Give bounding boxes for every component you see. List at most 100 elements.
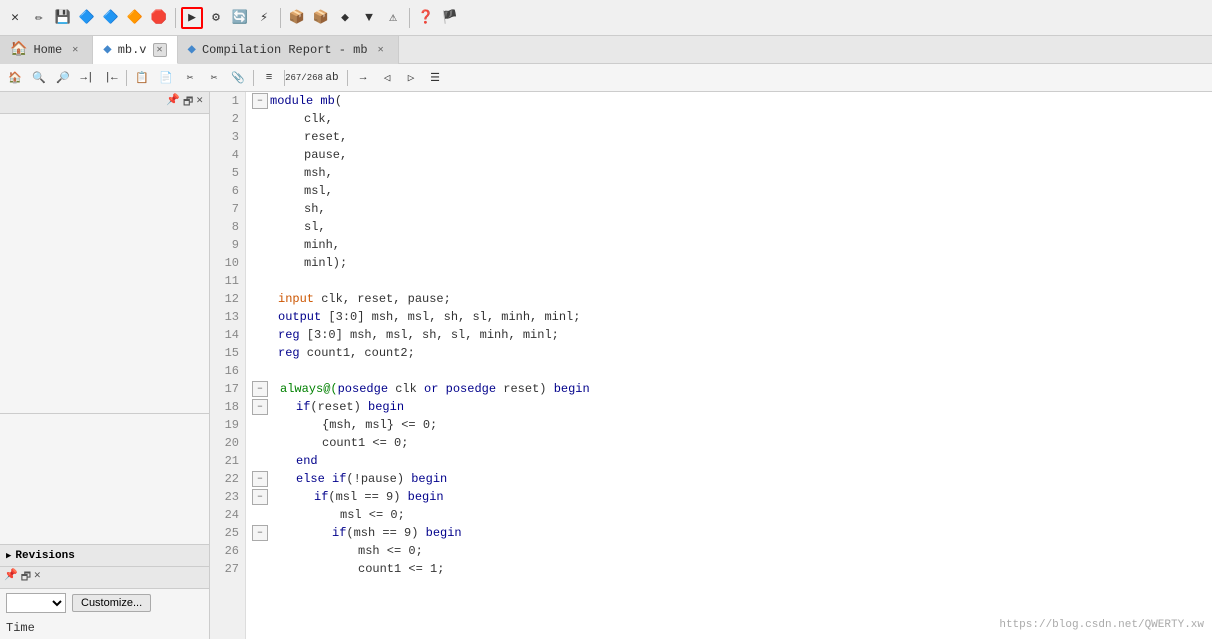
token-23-3: begin (408, 488, 444, 506)
fold-1[interactable]: − (252, 93, 268, 109)
sec-left-btn[interactable]: ◁ (376, 68, 398, 88)
tab-mbv[interactable]: ◆ mb.v ✕ (93, 36, 177, 64)
sec-paste-btn[interactable]: 📄 (155, 68, 177, 88)
warning-button[interactable]: ⚠ (382, 7, 404, 29)
bookmark3-button[interactable]: 🔶 (124, 7, 146, 29)
sec-home-btn[interactable]: 🏠 (4, 68, 26, 88)
token-1-2: ( (335, 92, 342, 110)
sec-lines-btn[interactable]: ☰ (424, 68, 446, 88)
refresh-button[interactable]: 🔄 (229, 7, 251, 29)
token-22-5: begin (411, 470, 447, 488)
sec-indent-btn[interactable]: →| (76, 68, 98, 88)
left-panel-content (0, 114, 209, 544)
revisions-section: ▶ Revisions 📌 🗗 ✕ Customize... Time (0, 544, 209, 639)
tab-home-close[interactable]: ✕ (68, 43, 82, 57)
help-button[interactable]: ❓ (415, 7, 437, 29)
highlighted-button[interactable]: ⚙ (205, 7, 227, 29)
code-line-23: − if(msl == 9) begin (252, 488, 1206, 506)
bookmark2-button[interactable]: 🔷 (100, 7, 122, 29)
line-num-1: 1 (216, 92, 239, 110)
sec-right-btn[interactable]: ▷ (400, 68, 422, 88)
line-num-4: 4 (216, 146, 239, 164)
tab-report-close[interactable]: ✕ (374, 43, 388, 57)
fold-23[interactable]: − (252, 489, 268, 505)
line-num-7: 7 (216, 200, 239, 218)
sec-outdent-btn[interactable]: |← (100, 68, 122, 88)
revisions-expand-icon[interactable]: ▶ (6, 551, 11, 561)
token-22-1: else (296, 470, 325, 488)
tab-report[interactable]: ◆ Compilation Report - mb ✕ (178, 36, 399, 64)
token-17-4: or (424, 380, 438, 398)
sec-sep1 (126, 70, 127, 86)
time-section: Time (0, 617, 209, 639)
panel-close-icon[interactable]: ✕ (196, 93, 203, 112)
token-10-1: minl); (304, 254, 347, 272)
code-line-7: sh, (252, 200, 1206, 218)
run-button[interactable]: ▶ (181, 7, 203, 29)
code-line-6: msl, (252, 182, 1206, 200)
power-button[interactable]: ⚡ (253, 7, 275, 29)
token-12-1: input (278, 290, 314, 308)
rev-restore-icon[interactable]: 🗗 (21, 568, 31, 587)
token-13-1: output (278, 308, 321, 326)
token-22-4: (!pause) (346, 470, 411, 488)
line-num-26: 26 (216, 542, 239, 560)
customize-select[interactable] (6, 593, 66, 613)
stop-button[interactable]: 🛑 (148, 7, 170, 29)
sec-find-btn[interactable]: 🔍 (28, 68, 50, 88)
panel-pin-icon[interactable]: 📌 (166, 93, 180, 112)
code-line-16 (252, 362, 1206, 380)
tab-mbv-label: mb.v (118, 43, 147, 57)
code-line-27: count1 <= 1; (252, 560, 1206, 578)
panel-empty (0, 114, 209, 414)
tab-home[interactable]: 🏠 Home ✕ (0, 36, 93, 64)
fold-22[interactable]: − (252, 471, 268, 487)
sec-find2-btn[interactable]: 🔎 (52, 68, 74, 88)
token-20-1: count1 <= 0; (322, 434, 408, 452)
fold-18[interactable]: − (252, 399, 268, 415)
line-num-14: 14 (216, 326, 239, 344)
rev-pin-icon[interactable]: 📌 (4, 568, 18, 587)
pencil-button[interactable]: ✏ (28, 7, 50, 29)
down-button[interactable]: ▼ (358, 7, 380, 29)
token-24-1: msl <= 0; (340, 506, 405, 524)
revisions-header: ▶ Revisions (0, 545, 209, 567)
panel-restore-icon[interactable]: 🗗 (183, 93, 193, 112)
token-18-2: (reset) (310, 398, 368, 416)
sec-cut2-btn[interactable]: ✂ (203, 68, 225, 88)
flag-button[interactable]: 🏴 (439, 7, 461, 29)
sec-arrow-btn[interactable]: → (352, 68, 374, 88)
token-17-2: posedge (338, 380, 388, 398)
rev-sub-icons: 📌 🗗 ✕ (4, 568, 41, 587)
code-line-11 (252, 272, 1206, 290)
home-icon: 🏠 (10, 41, 27, 58)
save-button[interactable]: 💾 (52, 7, 74, 29)
tab-mbv-close[interactable]: ✕ (153, 43, 167, 57)
chip-button[interactable]: 📦 (286, 7, 308, 29)
chip2-button[interactable]: 📦 (310, 7, 332, 29)
sec-cut-btn[interactable]: ✂ (179, 68, 201, 88)
code-line-13: output [3:0] msh, msl, sh, sl, minh, min… (252, 308, 1206, 326)
undo-button[interactable]: ✕ (4, 7, 26, 29)
sec-sep2 (253, 70, 254, 86)
fold-17[interactable]: − (252, 381, 268, 397)
token-27-1: count1 <= 1; (358, 560, 444, 578)
sep2 (280, 8, 281, 28)
sec-format-btn[interactable]: ≡ (258, 68, 280, 88)
rev-close-icon[interactable]: ✕ (34, 568, 41, 587)
diamond-button[interactable]: ◆ (334, 7, 356, 29)
customize-button[interactable]: Customize... (72, 594, 151, 612)
line-num-18: 18 (216, 398, 239, 416)
bookmark1-button[interactable]: 🔷 (76, 7, 98, 29)
token-8-1: sl, (304, 218, 326, 236)
line-num-9: 9 (216, 236, 239, 254)
sec-copy-btn[interactable]: 📋 (131, 68, 153, 88)
fold-25[interactable]: − (252, 525, 268, 541)
sec-ab-btn[interactable]: ab (321, 68, 343, 88)
token-4-1: pause, (304, 146, 347, 164)
token-12-2: clk, reset, pause; (314, 290, 451, 308)
code-area[interactable]: 1 2 3 4 5 6 7 8 9 10 11 12 13 14 15 16 1… (210, 92, 1212, 639)
sec-clip-btn[interactable]: 📎 (227, 68, 249, 88)
main-layout: 📌 🗗 ✕ ▶ Revisions 📌 🗗 ✕ (0, 92, 1212, 639)
sec-num-btn[interactable]: 267/268 (289, 68, 319, 88)
